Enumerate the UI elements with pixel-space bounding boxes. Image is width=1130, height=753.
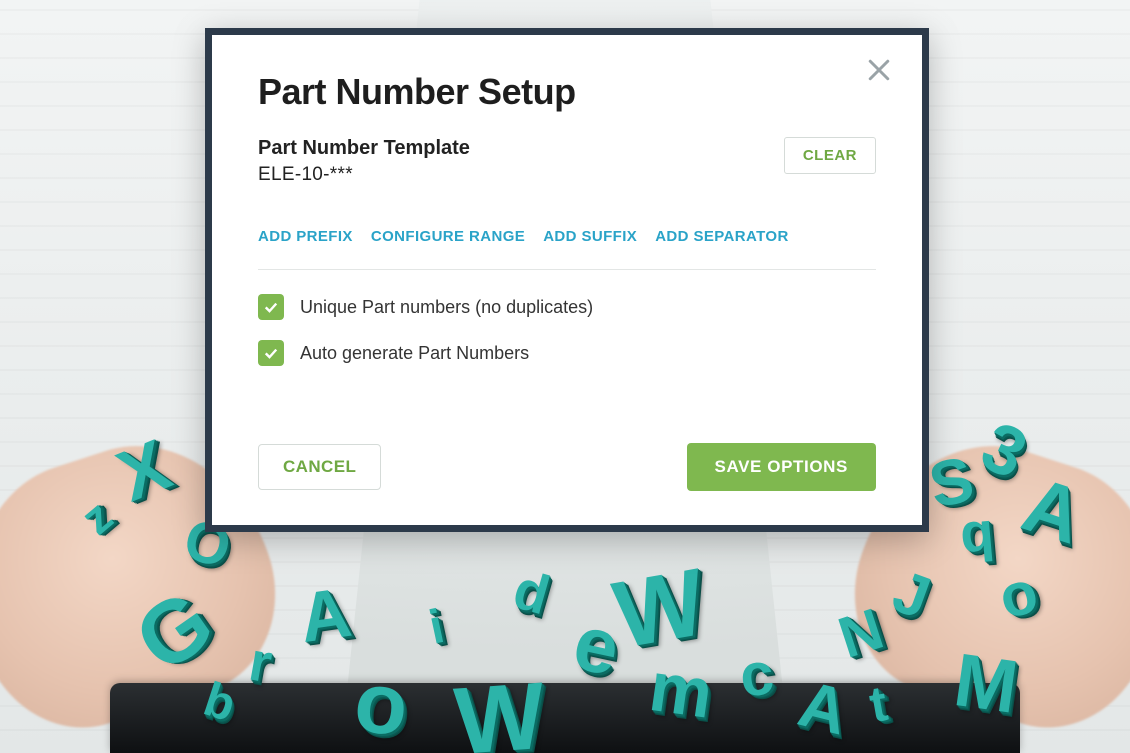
configure-range-link[interactable]: CONFIGURE RANGE xyxy=(371,228,525,245)
option-row-autogen: Auto generate Part Numbers xyxy=(258,340,876,366)
add-separator-link[interactable]: ADD SEPARATOR xyxy=(655,228,789,245)
save-options-button[interactable]: SAVE OPTIONS xyxy=(687,443,876,491)
autogen-checkbox[interactable] xyxy=(258,340,284,366)
part-number-setup-modal: Part Number Setup Part Number Template E… xyxy=(205,28,929,532)
background-tablet xyxy=(110,683,1020,753)
decor-letter: W xyxy=(606,548,713,671)
add-prefix-link[interactable]: ADD PREFIX xyxy=(258,228,353,245)
decor-letter: d xyxy=(507,557,557,628)
decor-letter: i xyxy=(424,599,448,656)
modal-title: Part Number Setup xyxy=(258,71,876,113)
cancel-button[interactable]: CANCEL xyxy=(258,444,381,490)
decor-letter: e xyxy=(566,596,627,694)
template-value: ELE-10-*** xyxy=(258,164,470,186)
template-action-links: ADD PREFIX CONFIGURE RANGE ADD SUFFIX AD… xyxy=(258,228,876,245)
option-row-unique: Unique Part numbers (no duplicates) xyxy=(258,294,876,320)
unique-checkbox[interactable] xyxy=(258,294,284,320)
autogen-checkbox-label: Auto generate Part Numbers xyxy=(300,343,529,364)
add-suffix-link[interactable]: ADD SUFFIX xyxy=(543,228,637,245)
background-scene: XOGrAoWeWmcANJS3qAoMtbidz Part Number Se… xyxy=(0,0,1130,753)
section-divider xyxy=(258,269,876,270)
template-block: Part Number Template ELE-10-*** xyxy=(258,137,470,186)
close-icon[interactable] xyxy=(864,55,894,85)
template-label: Part Number Template xyxy=(258,137,470,160)
clear-button[interactable]: CLEAR xyxy=(784,137,876,174)
unique-checkbox-label: Unique Part numbers (no duplicates) xyxy=(300,297,593,318)
